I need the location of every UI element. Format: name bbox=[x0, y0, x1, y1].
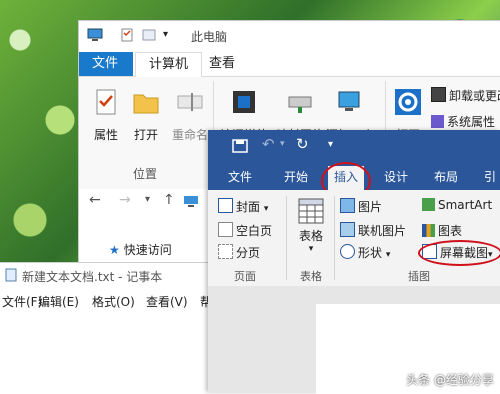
shapes-label: 形状 bbox=[358, 246, 383, 260]
watermark-text: 头条 @经验分享 bbox=[406, 373, 494, 387]
group-label-pages: 页面 bbox=[234, 270, 256, 283]
ribbon-divider bbox=[334, 196, 335, 280]
tab-computer[interactable]: 计算机 bbox=[135, 52, 203, 77]
explorer-window-title: 此电脑 bbox=[191, 30, 228, 44]
dropdown-icon: ▾ bbox=[263, 204, 269, 214]
gear-icon bbox=[395, 89, 421, 115]
computer-icon bbox=[87, 28, 103, 41]
quick-access-item[interactable]: ★ 快速访问 bbox=[109, 241, 172, 258]
chart-button[interactable]: 图表 bbox=[422, 222, 462, 239]
notepad-title-bar: 新建文本文档.txt - 记事本 bbox=[0, 263, 215, 287]
quick-access-dropdown-icon[interactable]: ▾ bbox=[163, 29, 168, 40]
save-icon[interactable] bbox=[232, 139, 248, 153]
menu-file[interactable]: 文件(F) bbox=[2, 293, 42, 310]
group-label-location: 位置 bbox=[133, 167, 158, 181]
picture-icon bbox=[340, 198, 355, 213]
star-icon: ★ bbox=[109, 243, 120, 257]
notepad-app-icon bbox=[5, 268, 17, 282]
blank-page-button[interactable]: 空白页 bbox=[218, 222, 272, 239]
word-insert-ribbon: 封面 ▾ 空白页 分页 页面 表格 ▾ 表格 图片 联机图片 形状 ▾ Smar… bbox=[208, 190, 500, 287]
open-label: 打开 bbox=[133, 128, 158, 142]
quick-access-label: 快速访问 bbox=[123, 243, 172, 257]
page-break-button[interactable]: 分页 bbox=[218, 244, 260, 261]
blank-page-label: 空白页 bbox=[236, 224, 273, 238]
cover-page-label: 封面 bbox=[236, 200, 261, 214]
group-label-illustrations: 插图 bbox=[408, 270, 430, 283]
cover-page-icon bbox=[218, 198, 233, 213]
shapes-button[interactable]: 形状 ▾ bbox=[340, 244, 390, 261]
table-label: 表格 bbox=[298, 229, 323, 243]
media-icon bbox=[233, 91, 255, 113]
dropdown-icon: ▾ bbox=[308, 244, 314, 254]
table-button[interactable]: 表格 ▾ bbox=[294, 198, 328, 254]
table-icon bbox=[298, 198, 324, 224]
word-title-bar: ↶ ▾ ↻ ▾ bbox=[208, 130, 500, 162]
group-label-table: 表格 bbox=[300, 270, 322, 283]
smartart-icon bbox=[422, 198, 435, 211]
properties-icon bbox=[96, 89, 116, 115]
properties-checklist-icon[interactable] bbox=[119, 28, 135, 42]
redo-icon[interactable]: ↻ bbox=[296, 135, 309, 153]
notepad-window-title: 新建文本文档.txt - 记事本 bbox=[22, 270, 163, 284]
online-picture-button[interactable]: 联机图片 bbox=[340, 222, 406, 239]
customize-toolbar-icon[interactable]: ▾ bbox=[328, 139, 333, 150]
network-location-icon bbox=[338, 91, 360, 111]
open-button[interactable]: 打开 bbox=[121, 87, 171, 143]
picture-label: 图片 bbox=[358, 200, 383, 214]
tab-view[interactable]: 查看 bbox=[196, 52, 248, 76]
uninstall-icon bbox=[431, 87, 446, 102]
undo-icon[interactable]: ↶ bbox=[262, 135, 275, 153]
word-window: ↶ ▾ ↻ ▾ 文件 开始 插入 设计 布局 引 封面 ▾ 空白页 分页 页面 … bbox=[208, 130, 500, 394]
notepad-window: 新建文本文档.txt - 记事本 文件(F) 编辑(E) 格式(O) 查看(V)… bbox=[0, 262, 215, 393]
undo-dropdown-icon[interactable]: ▾ bbox=[280, 139, 285, 149]
picture-button[interactable]: 图片 bbox=[340, 198, 382, 215]
explorer-ribbon-tabs: 文件 计算机 查看 bbox=[79, 52, 500, 77]
chart-label: 图表 bbox=[438, 224, 463, 238]
chart-icon bbox=[422, 224, 435, 237]
forward-arrow-icon[interactable]: → bbox=[119, 192, 131, 208]
screenshot-highlight bbox=[418, 240, 500, 266]
system-properties-button[interactable]: 系统属性 bbox=[431, 113, 495, 130]
menu-format[interactable]: 格式(O) bbox=[92, 293, 135, 310]
tab-references[interactable]: 引 bbox=[484, 168, 496, 185]
menu-edit[interactable]: 编辑(E) bbox=[38, 293, 79, 310]
system-properties-label: 系统属性 bbox=[447, 115, 496, 129]
up-arrow-icon[interactable]: ↑ bbox=[163, 192, 175, 208]
back-arrow-icon[interactable]: ← bbox=[89, 192, 101, 208]
network-drive-icon bbox=[288, 96, 312, 113]
online-picture-icon bbox=[340, 222, 355, 237]
notepad-menu-bar: 文件(F) 编辑(E) 格式(O) 查看(V) 帮 bbox=[0, 289, 215, 311]
online-picture-label: 联机图片 bbox=[358, 224, 407, 238]
uninstall-programs-button[interactable]: 卸载或更改 bbox=[431, 87, 500, 104]
smartart-label: SmartArt bbox=[438, 198, 493, 212]
tab-home[interactable]: 开始 bbox=[284, 168, 308, 185]
notepad-text-area[interactable] bbox=[0, 311, 215, 393]
ribbon-divider bbox=[286, 196, 287, 280]
rename-icon bbox=[177, 93, 203, 111]
tab-layout[interactable]: 布局 bbox=[434, 168, 458, 185]
cover-page-button[interactable]: 封面 ▾ bbox=[218, 198, 268, 215]
system-properties-icon bbox=[431, 115, 444, 128]
folder-open-icon bbox=[133, 94, 159, 114]
recent-dropdown-icon[interactable]: ▾ bbox=[145, 194, 150, 205]
menu-view[interactable]: 查看(V) bbox=[146, 293, 188, 310]
explorer-title-bar: ▾ 此电脑 bbox=[79, 21, 500, 51]
new-folder-icon[interactable] bbox=[141, 28, 157, 42]
tab-file[interactable]: 文件 bbox=[228, 168, 252, 185]
uninstall-label: 卸载或更改 bbox=[449, 89, 500, 103]
page-break-label: 分页 bbox=[236, 246, 261, 260]
address-computer-icon bbox=[184, 196, 198, 207]
shapes-icon bbox=[340, 244, 355, 259]
smartart-button[interactable]: SmartArt bbox=[422, 198, 492, 212]
blank-page-icon bbox=[218, 222, 233, 237]
tab-file[interactable]: 文件 bbox=[79, 52, 133, 76]
tab-design[interactable]: 设计 bbox=[384, 168, 408, 185]
dropdown-icon: ▾ bbox=[385, 250, 391, 260]
page-break-icon bbox=[218, 244, 233, 259]
